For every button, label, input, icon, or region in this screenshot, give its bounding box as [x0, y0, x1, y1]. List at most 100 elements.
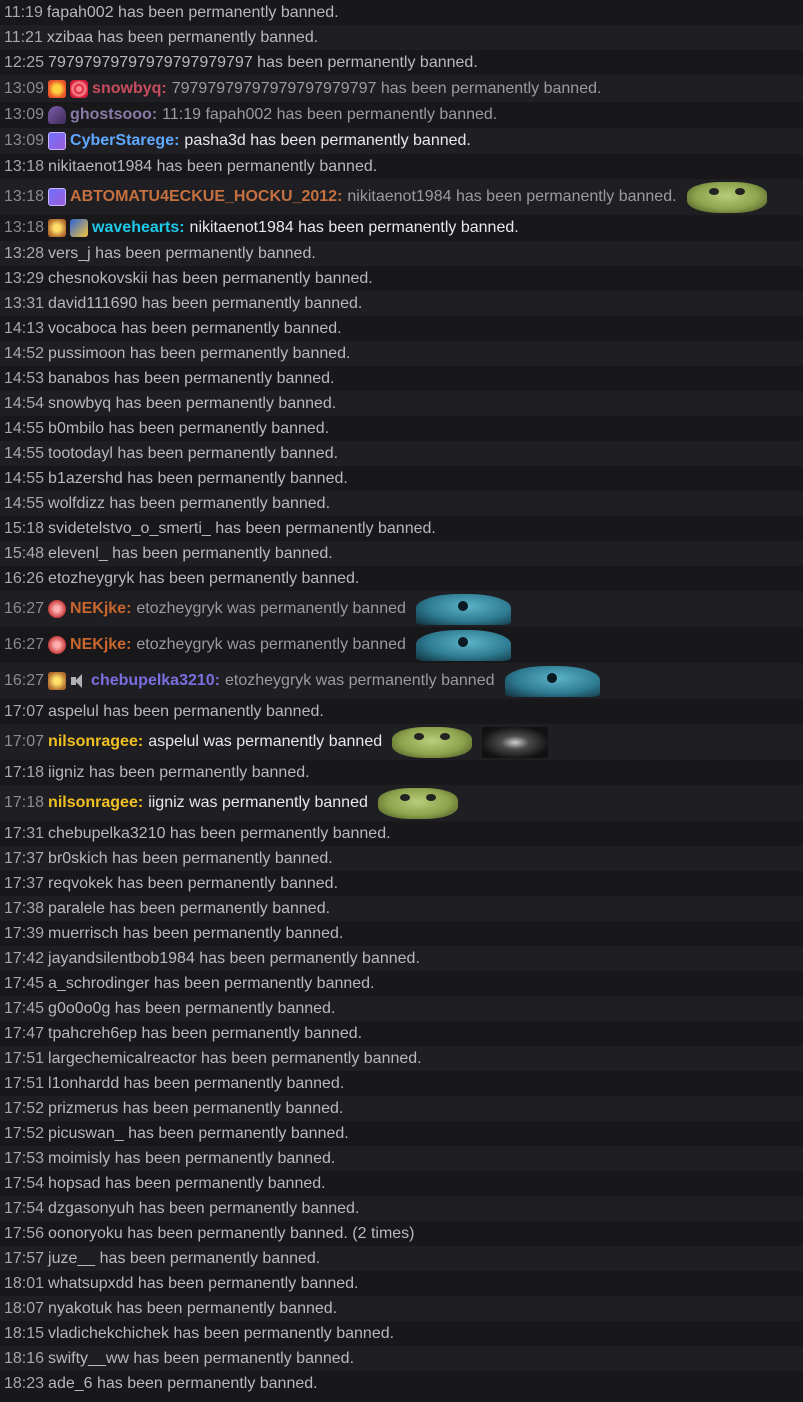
chat-row: 17:57 juze__ has been permanently banned…	[0, 1246, 803, 1271]
timestamp: 18:16	[4, 1349, 45, 1367]
chat-row: 17:53 moimisly has been permanently bann…	[0, 1146, 803, 1171]
username[interactable]: ABTOMATU4ECKUE_HOCKU_2012:	[70, 188, 342, 206]
timestamp: 17:37	[4, 849, 45, 867]
system-message: paralele has been permanently banned.	[48, 899, 331, 917]
frog-emote-icon	[377, 787, 458, 819]
chat-row: 17:52 prizmerus has been permanently ban…	[0, 1096, 803, 1121]
chat-row: 17:38 paralele has been permanently bann…	[0, 896, 803, 921]
timestamp: 17:53	[4, 1149, 45, 1167]
chat-row: 17:56 oonoryoku has been permanently ban…	[0, 1221, 803, 1246]
witch-badge-icon	[48, 106, 67, 124]
username[interactable]: NEKjke:	[70, 600, 131, 618]
timestamp: 11:19	[4, 3, 43, 21]
system-message: oonoryoku has been permanently banned. (…	[48, 1224, 415, 1242]
timestamp: 16:27	[4, 672, 45, 689]
chat-row: 18:01 whatsupxdd has been permanently ba…	[0, 1271, 803, 1296]
system-message: fapah002 has been permanently banned.	[46, 3, 339, 21]
timestamp: 17:47	[4, 1024, 45, 1042]
username[interactable]: chebupelka3210:	[91, 672, 220, 690]
timestamp: 13:31	[4, 294, 45, 312]
chat-message: 11:19 fapah002 has been permanently bann…	[162, 106, 498, 123]
chat-message: pasha3d has been permanently banned.	[184, 132, 471, 149]
username[interactable]: nilsonragee:	[48, 794, 143, 812]
timestamp: 17:07	[4, 702, 45, 720]
timestamp: 17:18	[4, 794, 45, 811]
frog-emote-icon	[392, 726, 473, 758]
timestamp: 11:21	[4, 28, 43, 46]
chat-row: 14:13 vocaboca has been permanently bann…	[0, 316, 803, 341]
system-message: dzgasonyuh has been permanently banned.	[48, 1199, 360, 1217]
timestamp: 14:53	[4, 369, 45, 387]
username[interactable]: NEKjke:	[70, 636, 131, 654]
chat-row: 17:37 br0skich has been permanently bann…	[0, 846, 803, 871]
system-message: jayandsilentbob1984 has been permanently…	[48, 949, 420, 967]
system-message: banabos has been permanently banned.	[48, 369, 335, 387]
system-message: reqvokek has been permanently banned.	[48, 874, 339, 892]
chat-row: 14:53 banabos has been permanently banne…	[0, 366, 803, 391]
system-message: iigniz has been permanently banned.	[48, 763, 310, 781]
username[interactable]: ghostsooo:	[70, 106, 157, 124]
chat-row: 16:27 chebupelka3210: etozheygryk was pe…	[0, 663, 803, 699]
chat-message: aspelul was permanently banned	[148, 733, 383, 750]
frog-emote-icon	[686, 181, 767, 213]
timestamp: 14:52	[4, 344, 45, 362]
system-message: hopsad has been permanently banned.	[48, 1174, 326, 1192]
chat-message: etozheygryk was permanently banned	[225, 672, 495, 689]
system-message: br0skich has been permanently banned.	[48, 849, 333, 867]
timestamp: 17:18	[4, 763, 45, 781]
username[interactable]: nilsonragee:	[48, 733, 143, 751]
timestamp: 17:52	[4, 1099, 45, 1117]
system-message: vladichekchichek has been permanently ba…	[48, 1324, 395, 1342]
system-message: tootodayl has been permanently banned.	[48, 444, 339, 462]
timestamp: 17:37	[4, 874, 45, 892]
timestamp: 13:29	[4, 269, 45, 287]
chat-row: 14:55 b1azershd has been permanently ban…	[0, 466, 803, 491]
chat-row: 14:55 b0mbilo has been permanently banne…	[0, 416, 803, 441]
chat-row: 17:42 jayandsilentbob1984 has been perma…	[0, 946, 803, 971]
timestamp: 18:15	[4, 1324, 45, 1342]
chat-row: 17:18 iigniz has been permanently banned…	[0, 760, 803, 785]
system-message: chesnokovskii has been permanently banne…	[48, 269, 373, 287]
chat-row: 14:54 snowbyq has been permanently banne…	[0, 391, 803, 416]
username[interactable]: CyberStarege:	[70, 132, 179, 150]
system-message: vocaboca has been permanently banned.	[48, 319, 342, 337]
chat-row: 13:18 ABTOMATU4ECKUE_HOCKU_2012: nikitae…	[0, 179, 803, 215]
timestamp: 15:18	[4, 519, 45, 537]
chat-row: 17:45 g0o0o0g has been permanently banne…	[0, 996, 803, 1021]
system-message: nikitaenot1984 has been permanently bann…	[48, 157, 378, 175]
timestamp: 13:09	[4, 79, 45, 97]
chat-row: 17:47 tpahcreh6ep has been permanently b…	[0, 1021, 803, 1046]
system-message: aspelul has been permanently banned.	[48, 702, 324, 720]
chat-row: 16:26 etozheygryk has been permanently b…	[0, 566, 803, 591]
timestamp: 17:07	[4, 733, 45, 750]
username[interactable]: wavehearts:	[92, 219, 185, 237]
system-message: etozheygryk has been permanently banned.	[48, 569, 360, 587]
chat-row: 16:27 NEKjke: etozheygryk was permanentl…	[0, 627, 803, 663]
blue-creature-emote-icon	[415, 593, 511, 625]
chat-log: 11:19 fapah002 has been permanently bann…	[0, 0, 803, 1396]
chat-row: 18:15 vladichekchichek has been permanen…	[0, 1321, 803, 1346]
system-message: chebupelka3210 has been permanently bann…	[48, 824, 391, 842]
chat-row: 11:19 fapah002 has been permanently bann…	[0, 0, 803, 25]
heart-badge-icon	[70, 219, 89, 237]
chat-message: etozheygryk was permanently banned	[136, 600, 406, 617]
system-message: 79797979797979797979797 has been permane…	[48, 53, 478, 71]
timestamp: 14:55	[4, 469, 45, 487]
system-message: swifty__ww has been permanently banned.	[48, 1349, 355, 1367]
system-message: b0mbilo has been permanently banned.	[48, 419, 330, 437]
system-message: svidetelstvo_o_smerti_ has been permanen…	[48, 519, 436, 537]
blue-creature-emote-icon	[504, 665, 600, 697]
system-message: largechemicalreactor has been permanentl…	[48, 1049, 422, 1067]
chat-row: 17:37 reqvokek has been permanently bann…	[0, 871, 803, 896]
timestamp: 14:13	[4, 319, 45, 337]
chat-row: 14:55 wolfdizz has been permanently bann…	[0, 491, 803, 516]
username[interactable]: snowbyq:	[92, 80, 167, 98]
dark-emote-icon	[482, 726, 549, 758]
chat-row: 17:52 picuswan_ has been permanently ban…	[0, 1121, 803, 1146]
chat-row: 17:39 muerrisch has been permanently ban…	[0, 921, 803, 946]
chat-row: 18:16 swifty__ww has been permanently ba…	[0, 1346, 803, 1371]
system-message: g0o0o0g has been permanently banned.	[48, 999, 336, 1017]
system-message: snowbyq has been permanently banned.	[48, 394, 337, 412]
system-message: moimisly has been permanently banned.	[48, 1149, 336, 1167]
timestamp: 18:23	[4, 1374, 45, 1392]
